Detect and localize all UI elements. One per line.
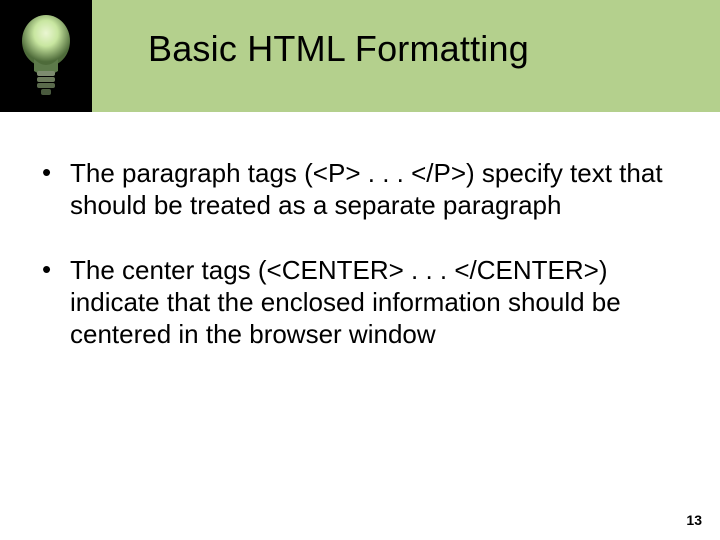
icon-box <box>0 0 92 112</box>
header-band: Basic HTML Formatting <box>0 0 720 112</box>
page-number: 13 <box>686 512 702 528</box>
lightbulb-icon <box>14 9 78 104</box>
slide-title: Basic HTML Formatting <box>148 28 529 70</box>
bullet-item: The paragraph tags (<P> . . . </P>) spec… <box>36 158 680 221</box>
bullet-item: The center tags (<CENTER> . . . </CENTER… <box>36 255 680 350</box>
bullet-list: The paragraph tags (<P> . . . </P>) spec… <box>36 158 680 385</box>
